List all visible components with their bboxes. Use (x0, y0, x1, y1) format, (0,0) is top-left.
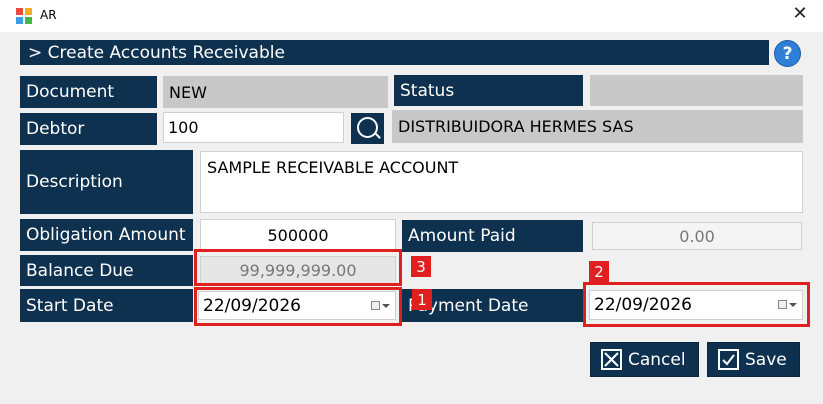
obligation-amount-input[interactable]: 500000 (200, 219, 396, 251)
description-label: Description (20, 150, 193, 214)
annotation-badge-2: 2 (589, 261, 609, 282)
start-date-label: Start Date (20, 289, 193, 322)
close-icon[interactable]: ✕ (789, 3, 811, 25)
save-button-label: Save (745, 349, 787, 370)
obligation-amount-label: Obligation Amount (20, 219, 193, 251)
cancel-button[interactable]: Cancel (590, 342, 699, 377)
annotation-badge-3: 3 (411, 256, 431, 277)
balance-due-label: Balance Due (20, 255, 193, 286)
window-titlebar: AR ✕ (0, 0, 823, 32)
amount-paid-field: 0.00 (592, 222, 802, 250)
highlight-box-3 (194, 249, 402, 286)
debtor-input[interactable]: 100 (163, 112, 344, 143)
debtor-search-button[interactable] (351, 113, 384, 144)
status-field (590, 75, 803, 106)
annotation-badge-1: 1 (412, 289, 432, 310)
document-label: Document (20, 76, 157, 108)
cancel-button-label: Cancel (628, 349, 686, 370)
debtor-label: Debtor (20, 113, 157, 145)
amount-paid-label: Amount Paid (402, 220, 583, 252)
highlight-box-1 (194, 287, 402, 326)
help-icon[interactable]: ? (774, 40, 801, 67)
debtor-name-field: DISTRIBUIDORA HERMES SAS (392, 110, 803, 143)
cancel-x-icon (601, 349, 622, 370)
app-logo-icon (16, 8, 32, 24)
document-field: NEW (163, 76, 388, 108)
highlight-box-2 (583, 282, 810, 327)
description-textarea[interactable]: SAMPLE RECEIVABLE ACCOUNT (200, 151, 803, 213)
save-button[interactable]: Save (707, 342, 800, 377)
window-title: AR (40, 8, 57, 22)
checkmark-icon (718, 349, 739, 370)
form-header: > Create Accounts Receivable (20, 40, 769, 65)
status-label: Status (394, 75, 583, 106)
